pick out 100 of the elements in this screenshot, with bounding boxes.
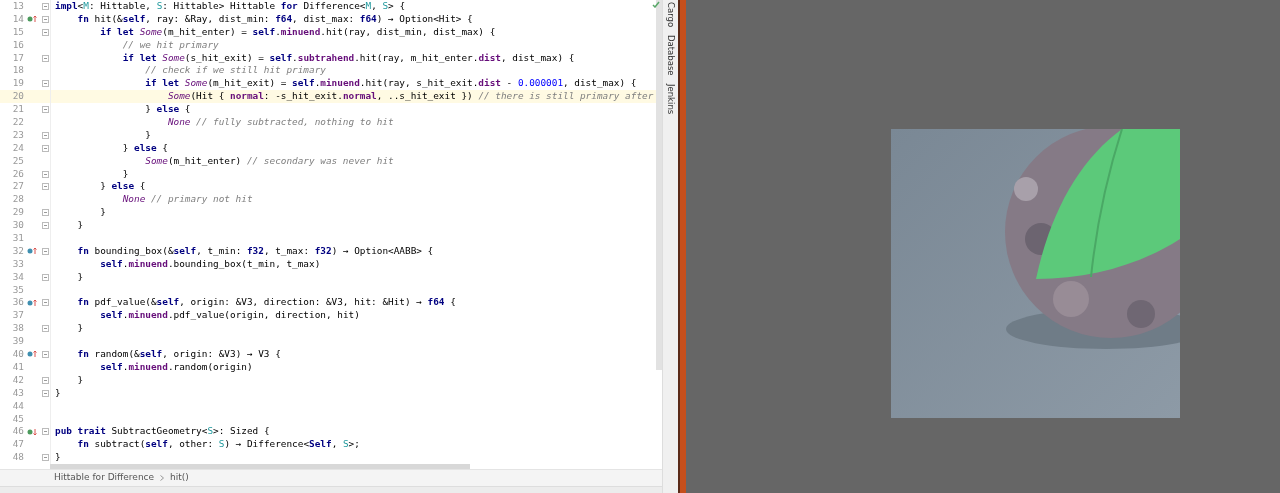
code-line: } — [144, 128, 151, 142]
fold-marker-icon[interactable] — [41, 428, 49, 436]
breadcrumb-item[interactable]: hit() — [170, 471, 189, 485]
line-number: 29 — [11, 206, 24, 220]
code-line: self.minuend.bounding_box(t_min, t_max) — [99, 257, 321, 271]
line-number: 17 — [11, 51, 24, 65]
code-line: fn bounding_box(&self, t_min: f32, t_max: f32) → Option<AABB> { — [76, 244, 434, 258]
line-number: 42 — [11, 373, 24, 387]
code-line: Some(m_hit_enter) // secondary was never hit — [144, 154, 394, 168]
tool-window-tab[interactable]: Cargo — [664, 2, 677, 28]
implements-up-arrow-icon[interactable] — [27, 350, 37, 359]
line-number: 41 — [11, 360, 24, 374]
line-number: 48 — [11, 451, 24, 465]
line-number: 34 — [11, 270, 24, 284]
line-number: 25 — [11, 154, 24, 168]
line-number: 27 — [11, 180, 24, 194]
line-number: 44 — [11, 399, 24, 413]
tool-window-tab[interactable]: Jenkins — [664, 83, 677, 114]
code-line: pub trait SubtractGeometry<S>: Sized { — [54, 425, 270, 439]
code-line: fn pdf_value(&self, origin: &V3, direction: &V3, hit: &Hit) → f64 { — [76, 296, 456, 310]
code-line: if let Some(s_hit_exit) = self.subtrahend.hit(ray, m_hit_enter.dist, dist_max) { — [121, 51, 575, 65]
fold-marker-icon[interactable] — [41, 15, 49, 23]
fold-marker-icon[interactable] — [41, 131, 49, 139]
fold-marker-icon[interactable] — [41, 351, 49, 358]
code-line: } — [76, 373, 84, 387]
fold-marker-icon[interactable] — [41, 222, 49, 230]
breadcrumb-item[interactable]: Hittable for Difference — [54, 471, 155, 485]
line-number: 13 — [11, 0, 24, 13]
line-number: 38 — [11, 322, 24, 336]
line-number: 18 — [11, 64, 24, 78]
code-line: } else { — [99, 180, 146, 194]
line-number: 32 — [11, 244, 24, 258]
line-number: 31 — [11, 232, 24, 245]
code-line: } — [99, 206, 106, 220]
line-number: 33 — [11, 257, 24, 271]
code-line: } — [54, 386, 61, 400]
fold-marker-icon[interactable] — [41, 144, 49, 152]
line-number: 35 — [11, 283, 24, 297]
implements-up-arrow-icon[interactable] — [27, 15, 37, 24]
line-number: 37 — [11, 309, 24, 323]
code-line: } — [54, 451, 61, 465]
code-line: None // fully subtracted, nothing to hit — [166, 116, 394, 129]
line-number: 47 — [11, 438, 24, 452]
chevron-icon — [160, 475, 165, 482]
code-line: } — [76, 270, 84, 284]
code-line: } — [121, 167, 129, 181]
line-number: 19 — [11, 77, 24, 91]
line-number: 14 — [11, 12, 24, 26]
line-number: 15 — [11, 25, 24, 39]
code-line: } else { — [121, 141, 168, 155]
code-line: self.minuend.random(origin) — [99, 360, 253, 374]
code-line: impl<M: Hittable, S: Hittable> Hittable for Difference<M, S> { — [54, 0, 406, 13]
fold-marker-icon[interactable] — [41, 183, 49, 191]
code-line: fn subtract(self, other: S) → Difference<Self, S>; — [76, 438, 360, 452]
line-number: 43 — [11, 386, 24, 400]
fold-marker-icon[interactable] — [41, 247, 49, 255]
implements-up-arrow-icon[interactable] — [27, 247, 37, 256]
code-line: fn random(&self, origin: &V3) → V3 { — [76, 348, 281, 361]
line-number: 36 — [11, 296, 24, 310]
line-number: 21 — [11, 103, 24, 116]
fold-marker-icon[interactable] — [41, 454, 49, 462]
fold-marker-icon[interactable] — [41, 28, 49, 36]
fold-marker-icon[interactable] — [41, 209, 49, 217]
fold-marker-icon[interactable] — [41, 299, 49, 307]
code-line: if let Some(m_hit_exit) = self.minuend.hit(ray, s_hit_exit.dist - 0.000001, dist_max) { — [144, 77, 637, 91]
code-line: // check if we still hit primary — [144, 64, 326, 78]
fold-marker-icon[interactable] — [41, 106, 49, 114]
line-number: 20 — [11, 90, 24, 104]
line-number: 23 — [11, 128, 24, 142]
line-number: 40 — [11, 348, 24, 361]
check-icon — [652, 1, 660, 8]
implements-up-arrow-icon[interactable] — [27, 298, 37, 307]
fold-marker-icon[interactable] — [41, 80, 49, 88]
fold-marker-icon[interactable] — [41, 376, 49, 384]
implemented-down-arrow-icon[interactable] — [27, 427, 37, 436]
line-number: 22 — [11, 116, 24, 129]
fold-marker-icon[interactable] — [41, 2, 49, 10]
code-line: Some(Hit { normal: -s_hit_exit.normal, ..s_hit_exit }) // there is still primary after — [166, 90, 654, 104]
code-line: fn hit(&self, ray: &Ray, dist_min: f64, dist_max: f64) → Option<Hit> { — [76, 12, 473, 26]
line-number: 16 — [11, 38, 24, 52]
line-number: 24 — [11, 141, 24, 155]
code-line: } else { — [144, 103, 191, 116]
fold-marker-icon[interactable] — [41, 389, 49, 397]
scrollbar[interactable] — [50, 464, 470, 470]
fold-marker-icon[interactable] — [41, 170, 49, 178]
line-number: 45 — [11, 412, 24, 426]
fold-marker-icon[interactable] — [41, 273, 49, 281]
code-line: } — [76, 219, 84, 233]
code-line: self.minuend.pdf_value(origin, direction, hit) — [99, 309, 360, 323]
fold-marker-icon[interactable] — [41, 325, 49, 333]
code-line: None // primary not hit — [121, 193, 253, 207]
line-number: 26 — [11, 167, 24, 181]
tool-window-tab[interactable]: Database — [664, 35, 677, 76]
code-line: // we hit primary — [121, 38, 219, 52]
fold-marker-icon[interactable] — [41, 54, 49, 62]
line-number: 30 — [11, 219, 24, 233]
code-line: if let Some(m_hit_enter) = self.minuend.hit(ray, dist_min, dist_max) { — [99, 25, 496, 39]
line-number: 28 — [11, 193, 24, 207]
line-number: 46 — [11, 425, 24, 439]
scrollbar[interactable] — [656, 0, 662, 370]
